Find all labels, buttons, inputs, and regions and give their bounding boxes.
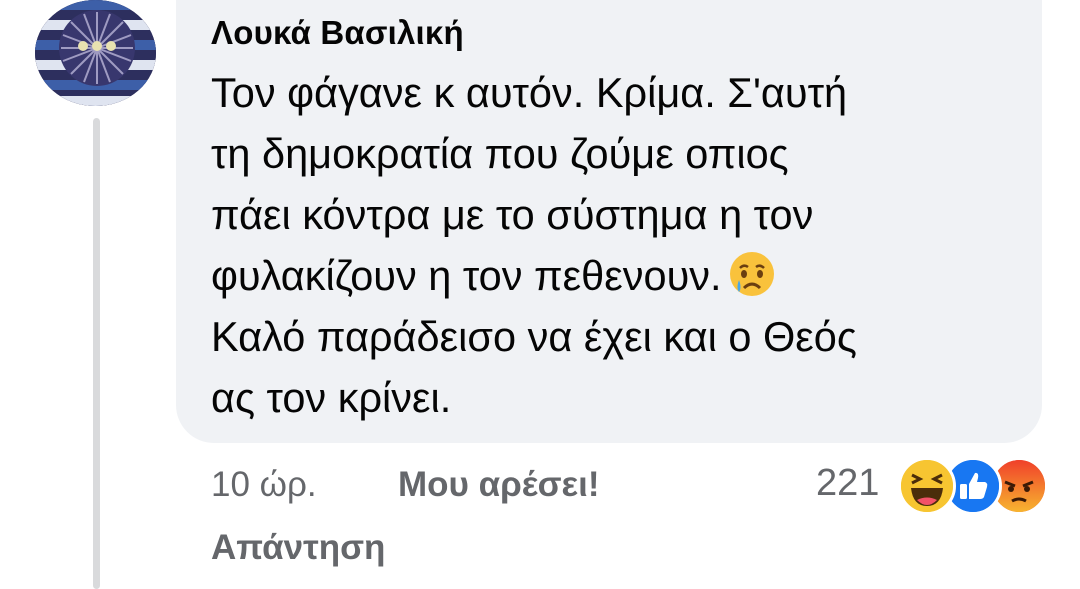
comment-timestamp[interactable]: 10 ώρ. xyxy=(211,465,317,505)
comment-line: Τον φάγανε κ αυτόν. Κρίμα. Σ'αυτή xyxy=(211,69,848,116)
thread-line xyxy=(93,118,100,589)
haha-icon xyxy=(898,457,956,515)
comment-line: τη δημοκρατία που ζούμε οπιος xyxy=(211,130,789,177)
comment-line: ας τον κρίνει. xyxy=(211,374,452,421)
comment-line: φυλακίζουν η τον πεθενουν. xyxy=(211,252,722,299)
comment-line: πάει κόντρα με το σύστημα η τον xyxy=(211,191,814,238)
comment-text: Τον φάγανε κ αυτόν. Κρίμα. Σ'αυτή τη δημ… xyxy=(211,62,1011,428)
reaction-count[interactable]: 221 xyxy=(816,462,879,505)
comment-line: Καλό παράδεισο να έχει και ο Θεός xyxy=(211,313,857,360)
comment-author[interactable]: Λουκά Βασιλική xyxy=(211,14,464,52)
like-button[interactable]: Μου αρέσει! xyxy=(398,465,600,505)
reply-button[interactable]: Απάντηση xyxy=(211,528,385,568)
comment-line-with-emoji: φυλακίζουν η τον πεθενουν. xyxy=(211,245,1011,306)
sad-crying-emoji-icon xyxy=(728,250,776,298)
avatar[interactable] xyxy=(35,0,156,106)
reactions-summary[interactable] xyxy=(896,457,1048,515)
